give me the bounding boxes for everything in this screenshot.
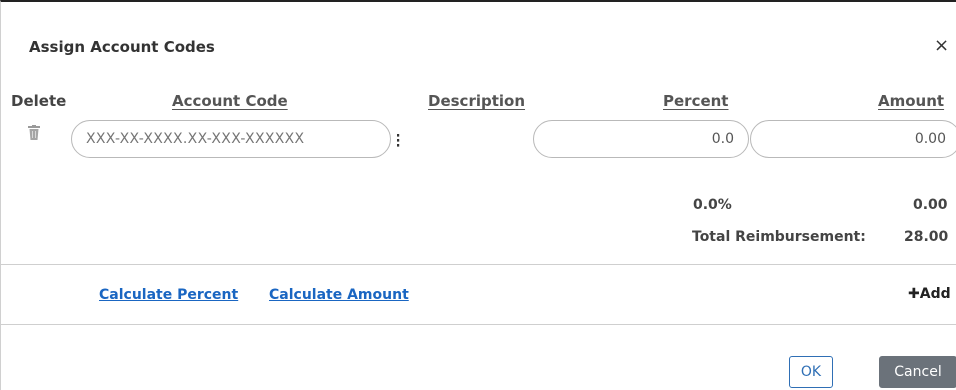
divider xyxy=(1,324,956,325)
header-delete: Delete xyxy=(11,92,67,110)
header-description[interactable]: Description xyxy=(428,92,525,110)
cancel-button[interactable]: Cancel xyxy=(879,356,956,388)
account-code-input[interactable] xyxy=(71,120,391,158)
calculate-amount-link[interactable]: Calculate Amount xyxy=(269,287,409,303)
calculate-percent-link[interactable]: Calculate Percent xyxy=(99,287,238,303)
total-reimbursement-value: 28.00 xyxy=(904,229,949,245)
plus-icon: ✚ xyxy=(908,286,920,302)
dialog-title: Assign Account Codes xyxy=(29,38,215,56)
ok-button[interactable]: OK xyxy=(789,356,833,388)
header-percent[interactable]: Percent xyxy=(663,92,728,110)
trash-icon[interactable] xyxy=(28,125,40,140)
header-account-code[interactable]: Account Code xyxy=(172,92,288,110)
total-reimbursement-label: Total Reimbursement: xyxy=(692,229,866,245)
divider xyxy=(1,264,956,265)
amount-input[interactable] xyxy=(750,120,956,158)
assign-account-codes-dialog: Assign Account Codes × Delete Account Co… xyxy=(0,0,956,390)
more-options-icon[interactable] xyxy=(395,132,401,148)
percent-input[interactable] xyxy=(533,120,749,158)
total-percent: 0.0% xyxy=(693,197,732,213)
header-amount[interactable]: Amount xyxy=(878,92,944,110)
add-label: Add xyxy=(919,286,951,302)
close-icon[interactable]: × xyxy=(934,35,949,57)
add-button[interactable]: ✚Add xyxy=(908,286,951,302)
total-amount: 0.00 xyxy=(913,197,948,213)
